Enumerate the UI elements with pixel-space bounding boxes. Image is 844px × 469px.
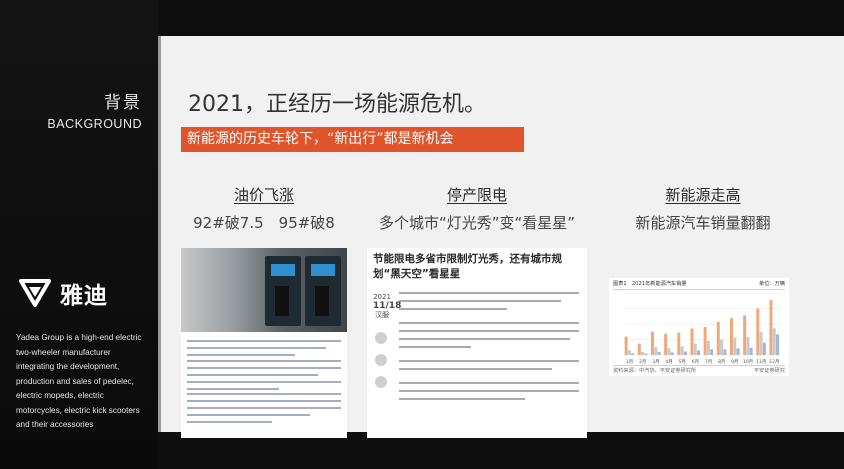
chart-bar: [746, 336, 750, 355]
chart-bar: [670, 352, 674, 355]
column-title: 停产限电: [446, 186, 507, 204]
article-text-block: [187, 340, 341, 361]
chart-bar: [703, 326, 707, 355]
chart-bar: [683, 351, 687, 355]
column-subtitle: 92#破7.5 95#破8: [193, 214, 335, 232]
article-text-block: [187, 393, 341, 428]
chart-bar: [650, 331, 654, 355]
share-icon: [375, 354, 387, 366]
chart-bar: [641, 352, 645, 355]
chart-bar: [716, 321, 720, 355]
article-body: [399, 292, 579, 406]
article-text-block: [187, 360, 341, 395]
chart-bar: [706, 340, 710, 355]
chart-watermark: 平安证券研究: [753, 368, 785, 374]
fuel-pump-icon: [265, 256, 301, 326]
section-title: 背景 BACKGROUND: [47, 88, 142, 131]
chart-bar: [690, 328, 694, 355]
power-limit-article: 节能限电多省市限制灯光秀，还有城市规划“黑天空”看星星 2021 11/18 汉…: [367, 248, 587, 438]
ev-sales-chart-card: 图表1 2021年新能源汽车销量 单位：万辆 1月 2月 3月 4月 5月 6月 7月 8月 9…: [609, 278, 789, 376]
article-date: 2021 11/18 汉服: [373, 293, 402, 320]
chart-bar: [756, 308, 760, 355]
slide-banner: 新能源的历史车轮下，“新出行”都是新机会: [181, 127, 524, 152]
share-icons: [373, 332, 389, 398]
chart-bar: [772, 328, 776, 355]
yadea-logo: 雅迪: [18, 276, 108, 310]
chart-bar: [624, 336, 628, 355]
chart-bar: [743, 315, 747, 355]
chart-bar: [667, 348, 671, 355]
chart-title: 图表1 2021年新能源汽车销量: [613, 281, 687, 287]
chart-bar: [644, 353, 648, 355]
oil-price-article-image: [181, 248, 347, 438]
column-new-energy: 新能源走高 新能源汽车销量翻翻: [623, 184, 783, 233]
column-power-limit: 停产限电 多个城市“灯光秀”变“看星星”: [367, 184, 587, 233]
company-description: Yadea Group is a high-end electric two-w…: [16, 333, 142, 429]
chart-bar: [637, 343, 641, 355]
chart-bar: [710, 349, 714, 355]
slide-canvas: 2021，正经历一场能源危机。 新能源的历史车轮下，“新出行”都是新机会 油价飞…: [158, 36, 844, 438]
chart-bar: [680, 346, 684, 355]
chart-bar: [657, 351, 661, 355]
slide-headline: 2021，正经历一场能源危机。: [188, 92, 486, 117]
chart-bar: [749, 347, 753, 355]
column-oil-price: 油价飞涨 92#破7.5 95#破8: [181, 184, 347, 233]
chart-bar: [693, 343, 697, 355]
chart-bar: [631, 353, 635, 355]
chart-bar: [736, 348, 740, 355]
fuel-pump-icon: [305, 256, 341, 326]
chart-bar: [759, 331, 763, 355]
chart-bar: [654, 346, 658, 355]
column-subtitle: 多个城市“灯光秀”变“看星星”: [378, 214, 576, 232]
yadea-logo-icon: [19, 279, 51, 307]
article-date-label: 汉服: [375, 311, 389, 319]
sidebar: 背景 BACKGROUND 雅迪 Yadea Group is a high-e…: [0, 0, 158, 469]
gas-station-photo: [181, 248, 347, 332]
article-date-day: 11/18: [373, 301, 402, 311]
chart-unit: 单位：万辆: [759, 281, 785, 287]
section-title-cn: 背景: [104, 93, 142, 113]
chart-bar: [776, 334, 780, 355]
share-icon: [375, 332, 387, 344]
chart-bar: [729, 318, 733, 355]
chart-bar: [677, 332, 681, 355]
chart-bar: [762, 342, 766, 355]
chart-bar: [723, 349, 727, 355]
chart-bar: [627, 350, 631, 355]
logo-text: 雅迪: [60, 283, 108, 309]
chart-bar: [664, 333, 668, 355]
section-title-en: BACKGROUND: [47, 117, 142, 131]
ev-sales-chart: 1月 2月 3月 4月 5月 6月 7月 8月 9月 10月 11月 12月: [623, 292, 781, 365]
chart-bar: [733, 337, 737, 355]
chart-source: 资料来源：中汽协，平安证券研究所: [613, 368, 697, 374]
chart-bar: [697, 350, 701, 355]
chart-footer: 资料来源：中汽协，平安证券研究所 平安证券研究: [613, 365, 785, 374]
column-title: 油价飞涨: [233, 186, 294, 204]
article-headline: 节能限电多省市限制灯光秀，还有城市规划“黑天空”看星星: [373, 253, 562, 280]
chart-bar: [720, 339, 724, 355]
share-icon: [375, 376, 387, 388]
chart-bar: [769, 300, 773, 355]
column-subtitle: 新能源汽车销量翻翻: [635, 214, 771, 232]
column-title: 新能源走高: [665, 186, 741, 204]
